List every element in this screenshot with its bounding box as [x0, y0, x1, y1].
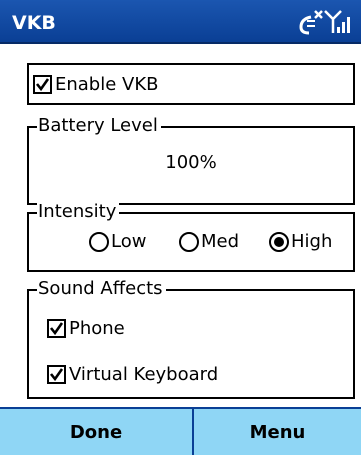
- battery-level-group: Battery Level 100%: [27, 115, 355, 205]
- signal-strength-icon: [324, 10, 350, 33]
- radio-low-label: Low: [111, 231, 147, 252]
- intensity-option-low[interactable]: Low: [89, 231, 146, 252]
- softkey-bar: Done Menu: [0, 407, 361, 455]
- radio-med-label: Med: [201, 231, 240, 252]
- sound-affects-legend: Sound Affects: [37, 278, 166, 300]
- enable-vkb-box: Enable VKB: [27, 63, 355, 105]
- radio-high-label: High: [291, 231, 333, 252]
- done-softkey[interactable]: Done: [0, 409, 192, 455]
- phone-label: Phone: [69, 318, 125, 339]
- title-bar: VKB: [0, 0, 361, 44]
- virtual-keyboard-checkbox[interactable]: [47, 365, 66, 384]
- sound-affects-group: Sound Affects Phone Virtual Keyboard: [27, 278, 355, 399]
- radio-high[interactable]: [269, 231, 289, 252]
- enable-vkb-checkbox[interactable]: [33, 75, 52, 94]
- enable-vkb-label: Enable VKB: [55, 74, 159, 95]
- radio-med[interactable]: [179, 231, 199, 252]
- radio-low[interactable]: [89, 231, 109, 252]
- intensity-group: Intensity Low Med High: [27, 201, 355, 272]
- intensity-legend: Intensity: [37, 201, 120, 223]
- status-icons: [299, 10, 350, 35]
- enable-vkb-checkbox-row[interactable]: Enable VKB: [33, 74, 159, 95]
- phone-checkbox-row[interactable]: Phone: [47, 318, 125, 339]
- virtual-keyboard-checkbox-row[interactable]: Virtual Keyboard: [47, 364, 218, 385]
- intensity-option-med[interactable]: Med: [179, 231, 239, 252]
- battery-level-value: 100%: [165, 152, 217, 173]
- menu-softkey[interactable]: Menu: [194, 409, 361, 455]
- connectivity-off-icon: [299, 10, 323, 35]
- intensity-option-high[interactable]: High: [269, 231, 332, 252]
- virtual-keyboard-label: Virtual Keyboard: [69, 364, 219, 385]
- phone-checkbox[interactable]: [47, 319, 66, 338]
- battery-level-legend: Battery Level: [37, 115, 161, 137]
- app-title: VKB: [12, 12, 56, 34]
